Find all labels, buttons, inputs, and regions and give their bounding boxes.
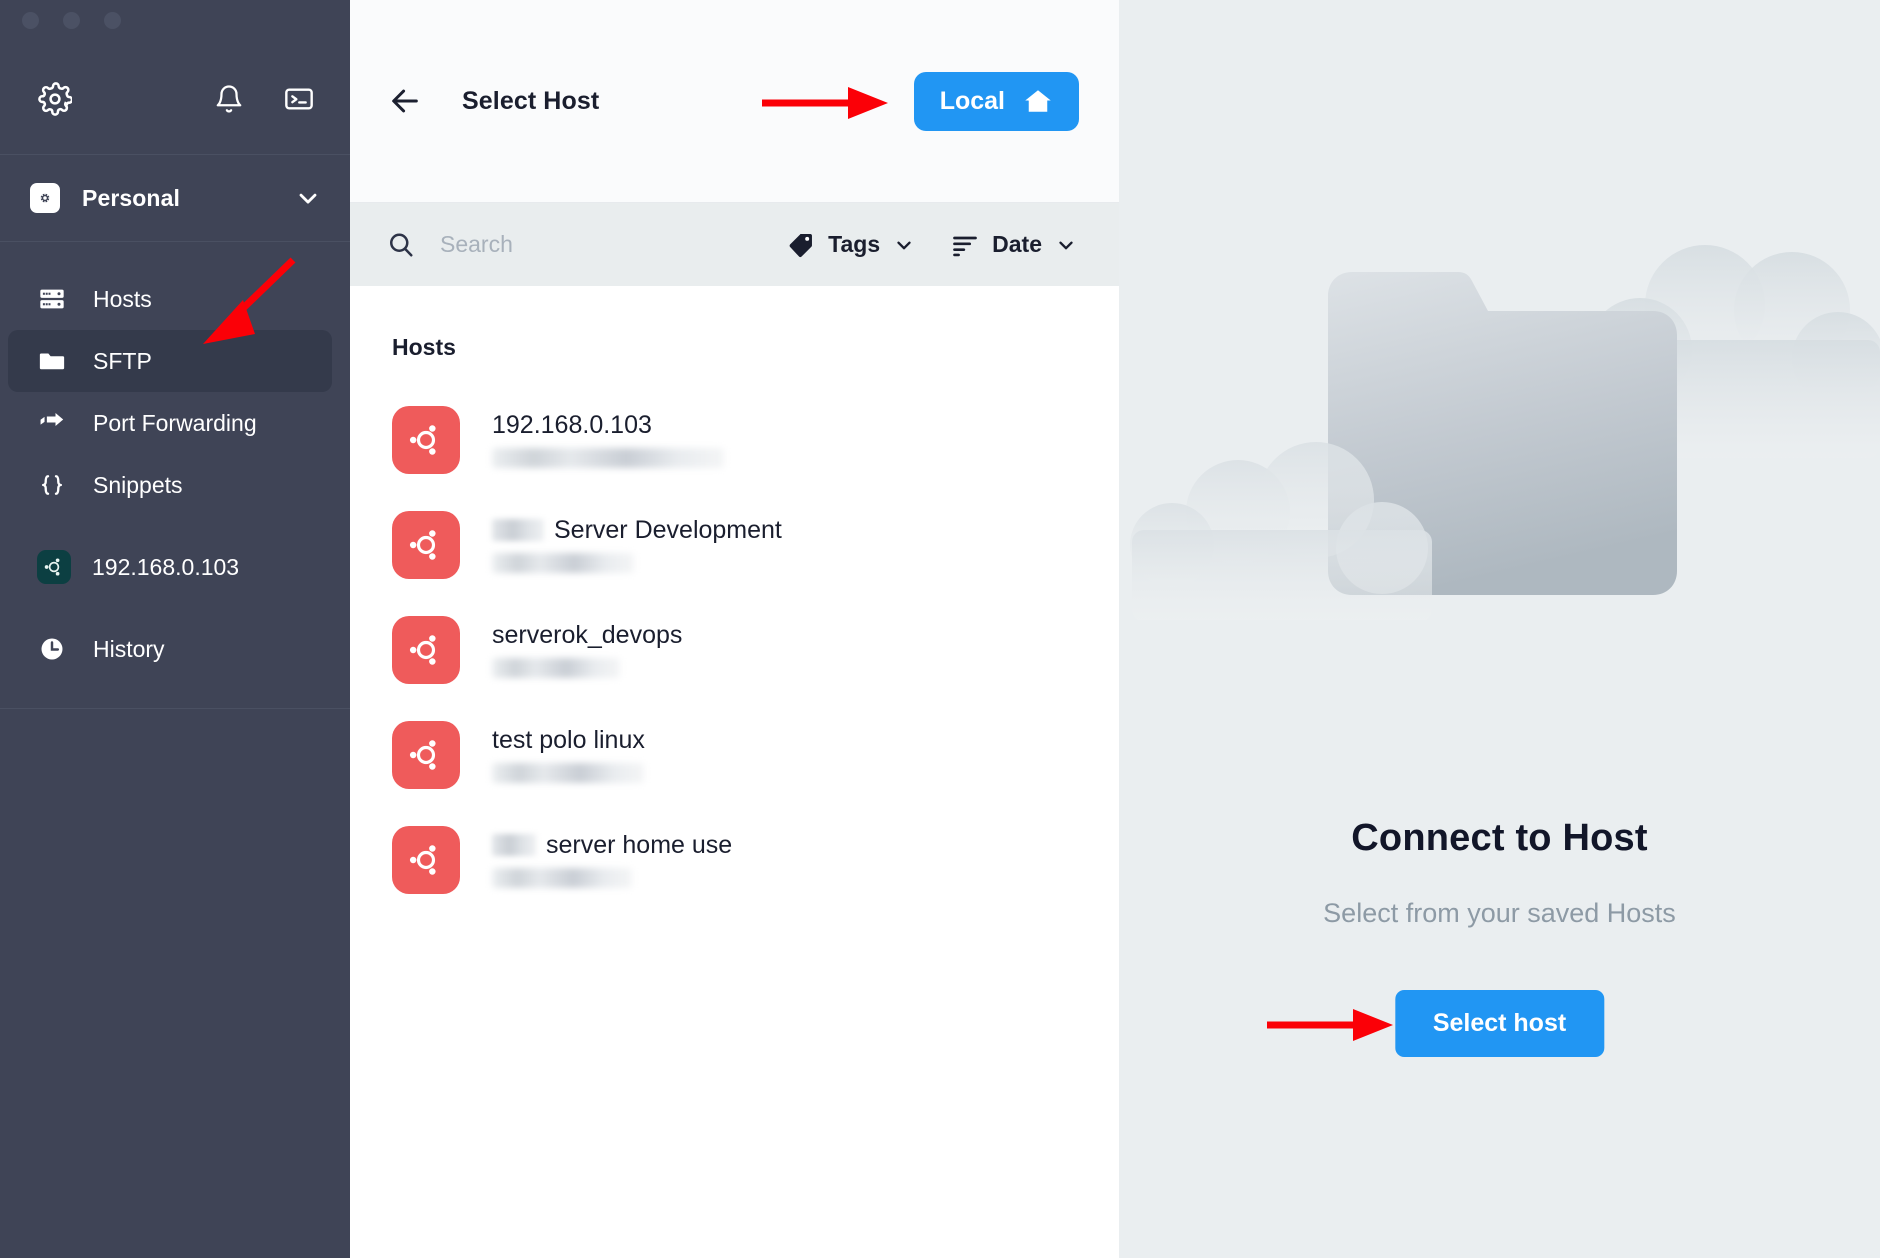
vault-icon — [30, 183, 60, 213]
terminal-icon[interactable] — [278, 78, 320, 120]
braces-icon — [38, 471, 72, 499]
host-name: 192.168.0.103 — [492, 411, 724, 440]
host-name-text: 192.168.0.103 — [492, 410, 652, 439]
panel-header: Select Host Local — [350, 0, 1119, 203]
maximize-window-button[interactable] — [104, 12, 121, 29]
ubuntu-icon — [37, 550, 71, 584]
sidebar-item-active-host[interactable]: 192.168.0.103 — [8, 536, 332, 598]
host-name-text: Server Development — [554, 515, 782, 544]
vault-selector[interactable]: Personal — [0, 155, 350, 241]
host-list-item[interactable]: server home use — [350, 807, 1119, 912]
search-icon — [386, 230, 416, 260]
empty-state-subtitle: Select from your saved Hosts — [1323, 898, 1676, 928]
sidebar-item-label: Snippets — [93, 471, 183, 498]
local-button-label: Local — [939, 86, 1005, 115]
sidebar-item-label: 192.168.0.103 — [92, 553, 240, 580]
port-forward-icon — [38, 409, 72, 437]
host-list: 192.168.0.103 Server Development servero… — [350, 387, 1119, 912]
sidebar-toolbar — [0, 44, 350, 154]
host-name-text: serverok_devops — [492, 620, 683, 649]
redacted-host-subtitle — [492, 658, 620, 679]
host-meta: test polo linux — [492, 726, 645, 784]
server-icon — [38, 285, 72, 313]
redacted-host-subtitle — [492, 868, 632, 889]
sidebar-nav: Hosts SFTP Port Forwarding Snippets 192.… — [0, 242, 350, 1258]
host-list-item[interactable]: Server Development — [350, 492, 1119, 597]
redacted-name-prefix — [492, 834, 536, 856]
host-name: test polo linux — [492, 726, 645, 755]
redacted-host-subtitle — [492, 448, 724, 469]
host-list-item[interactable]: test polo linux — [350, 702, 1119, 807]
host-name: Server Development — [492, 516, 782, 545]
tags-filter-label: Tags — [828, 231, 881, 257]
host-meta: serverok_devops — [492, 621, 682, 679]
host-list-item[interactable]: 192.168.0.103 — [350, 387, 1119, 492]
sidebar-item-label: SFTP — [93, 347, 152, 374]
home-icon — [1023, 86, 1053, 116]
redacted-name-prefix — [492, 519, 544, 541]
empty-state-title: Connect to Host — [1351, 817, 1648, 859]
folder-icon — [38, 347, 72, 375]
chevron-down-icon — [1055, 234, 1077, 256]
page-title: Select Host — [462, 86, 600, 115]
local-button[interactable]: Local — [913, 71, 1079, 131]
host-selection-panel: Select Host Local Search Tags Date Hosts… — [350, 0, 1119, 1258]
minimize-window-button[interactable] — [63, 12, 80, 29]
redacted-host-subtitle — [492, 763, 644, 784]
sidebar-item-hosts[interactable]: Hosts — [8, 268, 332, 330]
redacted-host-subtitle — [492, 553, 634, 574]
gear-icon[interactable] — [34, 78, 76, 120]
host-list-container: Hosts 192.168.0.103 Server Development s… — [350, 286, 1119, 1258]
ubuntu-icon — [392, 510, 460, 579]
sidebar-item-history[interactable]: History — [8, 618, 332, 680]
sidebar-item-snippets[interactable]: Snippets — [8, 454, 332, 516]
search-input[interactable] — [438, 230, 752, 259]
hosts-section-title: Hosts — [392, 334, 456, 360]
back-button[interactable] — [388, 84, 422, 118]
chevron-down-icon[interactable] — [294, 184, 322, 212]
sidebar-item-sftp[interactable]: SFTP — [8, 330, 332, 392]
ubuntu-icon — [392, 720, 460, 789]
tag-icon — [787, 231, 815, 259]
host-name-text: test polo linux — [492, 725, 645, 754]
date-sort-button[interactable]: Date — [951, 231, 1077, 259]
window-controls[interactable] — [0, 0, 350, 44]
host-name: server home use — [492, 831, 732, 860]
folder-clouds-illustration — [1119, 200, 1880, 620]
host-meta: server home use — [492, 831, 732, 889]
close-window-button[interactable] — [22, 12, 39, 29]
search-and-filter-bar: Tags Date — [350, 203, 1119, 286]
ubuntu-icon — [392, 825, 460, 894]
ubuntu-icon — [392, 615, 460, 684]
sidebar: Personal Hosts SFTP Port Forwarding Snip… — [0, 0, 350, 1258]
sidebar-divider-bottom — [0, 708, 350, 709]
select-host-button[interactable]: Select host — [1394, 990, 1605, 1057]
empty-state-panel: Connect to Host Select from your saved H… — [1119, 0, 1880, 1258]
chevron-down-icon — [893, 234, 915, 256]
date-sort-label: Date — [992, 231, 1042, 257]
bell-icon[interactable] — [208, 78, 250, 120]
host-list-item[interactable]: serverok_devops — [350, 597, 1119, 702]
sidebar-item-label: Port Forwarding — [93, 409, 257, 436]
host-name-text: server home use — [546, 830, 733, 859]
sidebar-item-label: History — [93, 635, 165, 662]
app-window: Personal Hosts SFTP Port Forwarding Snip… — [0, 0, 1880, 1258]
sort-icon — [951, 231, 979, 259]
host-meta: 192.168.0.103 — [492, 411, 724, 469]
sidebar-item-label: Hosts — [93, 285, 152, 312]
host-name: serverok_devops — [492, 621, 682, 650]
host-meta: Server Development — [492, 516, 782, 574]
tags-filter-button[interactable]: Tags — [787, 231, 915, 259]
sidebar-item-port-forwarding[interactable]: Port Forwarding — [8, 392, 332, 454]
vault-label: Personal — [82, 184, 180, 211]
clock-icon — [38, 635, 72, 663]
ubuntu-icon — [392, 405, 460, 474]
